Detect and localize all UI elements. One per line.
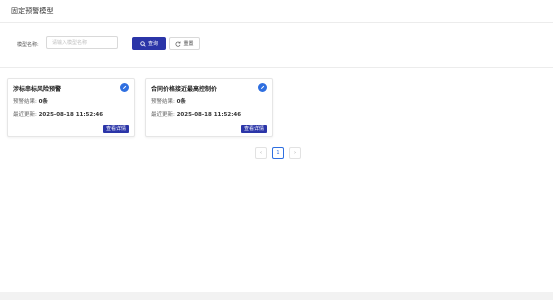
warning-result-value: 0条 bbox=[38, 99, 48, 105]
search-bar: 模型名称: 查询 重置 bbox=[0, 23, 553, 68]
view-details-button[interactable]: 查看详情 bbox=[102, 125, 129, 133]
edit-pencil-icon[interactable] bbox=[120, 83, 129, 92]
last-updated-value: 2025-08-18 11:52:46 bbox=[38, 112, 104, 118]
search-icon bbox=[140, 40, 146, 47]
model-name-label: 模型名称: bbox=[17, 42, 39, 48]
reset-button-label: 重置 bbox=[183, 41, 194, 47]
warning-result-label: 预警结果: bbox=[151, 99, 175, 105]
warning-result: 预警结果: 0条 bbox=[151, 97, 186, 105]
warning-result: 预警结果: 0条 bbox=[13, 97, 48, 105]
card-title: 涉标串标风险预警 bbox=[13, 86, 62, 93]
page-title: 固定预警模型 bbox=[11, 7, 54, 15]
page: 固定预警模型 模型名称: 查询 重置 涉标串标风险预警 预警结果: 0条 最近更… bbox=[0, 0, 553, 300]
last-updated: 最近更新: 2025-08-18 11:52:46 bbox=[13, 110, 103, 118]
footer-strip bbox=[0, 292, 553, 300]
pagination-prev-button[interactable]: ‹ bbox=[255, 147, 267, 159]
warning-result-label: 预警结果: bbox=[13, 99, 37, 105]
query-button-label: 查询 bbox=[147, 41, 158, 47]
refresh-icon bbox=[175, 41, 181, 47]
last-updated-label: 最近更新: bbox=[151, 112, 175, 118]
query-button[interactable]: 查询 bbox=[132, 37, 166, 50]
model-card: 合同价格接近最高控制价 预警结果: 0条 最近更新: 2025-08-18 11… bbox=[145, 78, 273, 137]
page-header: 固定预警模型 bbox=[0, 0, 553, 23]
pagination-page-1[interactable]: 1 bbox=[272, 147, 284, 159]
edit-pencil-icon[interactable] bbox=[258, 83, 267, 92]
last-updated: 最近更新: 2025-08-18 11:52:46 bbox=[151, 110, 241, 118]
card-title: 合同价格接近最高控制价 bbox=[151, 86, 218, 93]
last-updated-label: 最近更新: bbox=[13, 112, 37, 118]
reset-button[interactable]: 重置 bbox=[169, 37, 200, 50]
last-updated-value: 2025-08-18 11:52:46 bbox=[176, 112, 242, 118]
view-details-button[interactable]: 查看详情 bbox=[240, 125, 267, 133]
model-card: 涉标串标风险预警 预警结果: 0条 最近更新: 2025-08-18 11:52… bbox=[7, 78, 135, 137]
warning-result-value: 0条 bbox=[176, 99, 186, 105]
model-name-input[interactable] bbox=[46, 36, 118, 49]
pagination-next-button[interactable]: › bbox=[289, 147, 301, 159]
